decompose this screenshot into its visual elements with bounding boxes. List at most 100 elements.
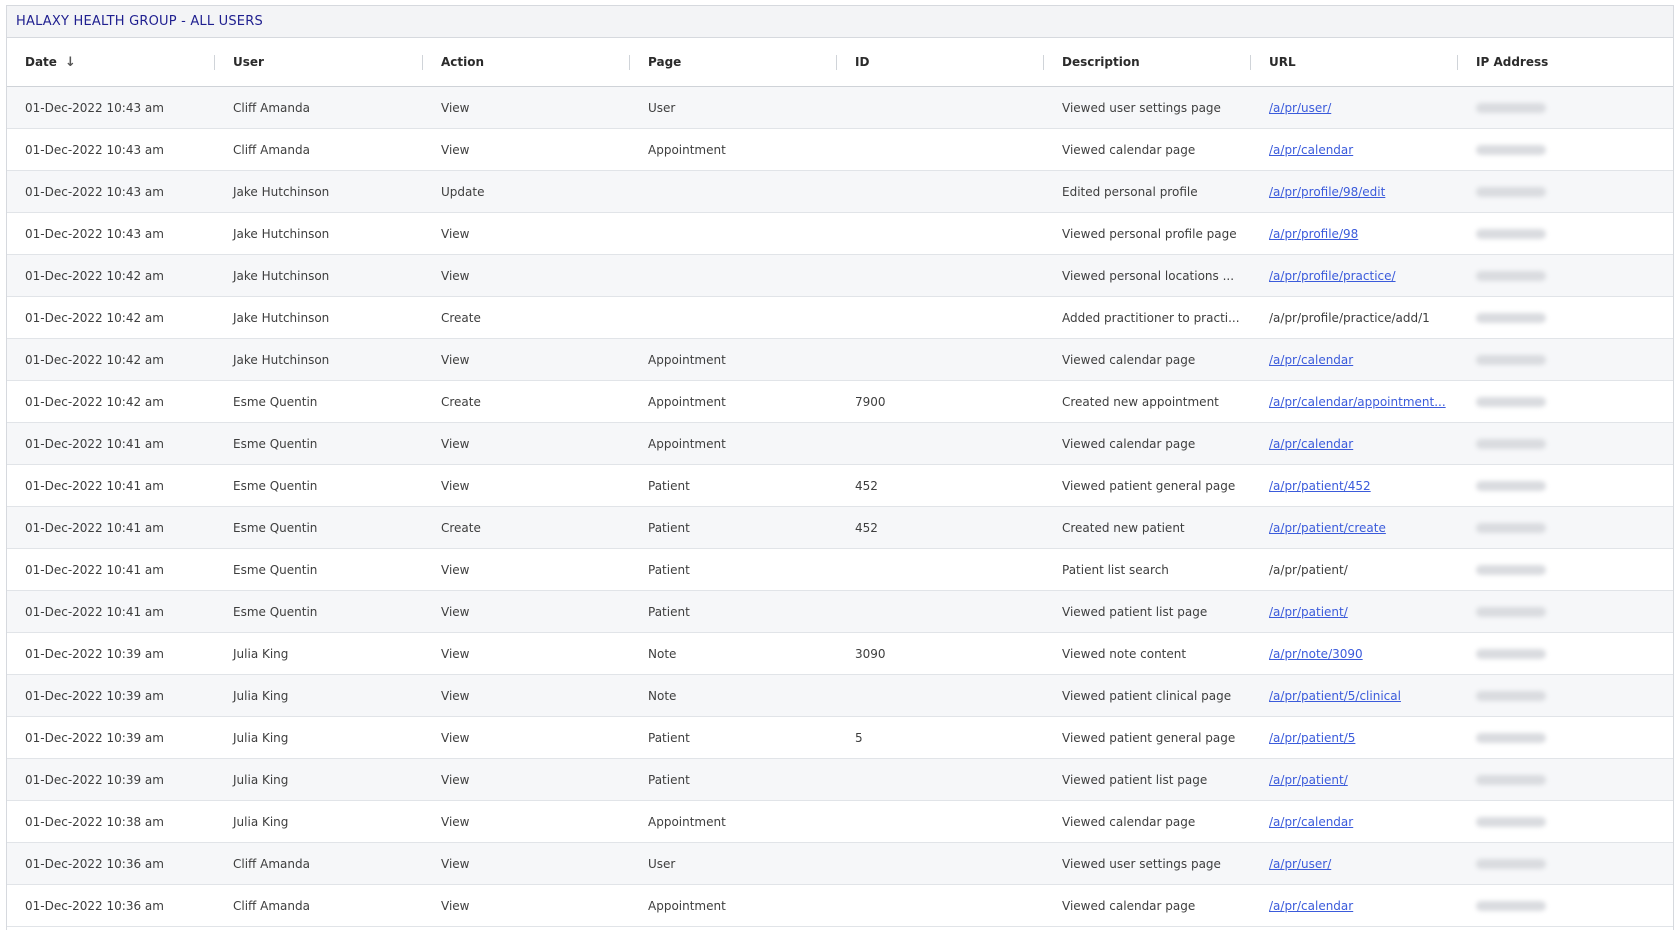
url-link[interactable]: /a/pr/calendar — [1269, 815, 1353, 829]
table-row[interactable]: 01-Dec-2022 10:41 am Esme Quentin View Pati… — [7, 590, 1673, 633]
table-row[interactable]: 01-Dec-2022 10:39 am Julia King View Patien… — [7, 716, 1673, 759]
url-link[interactable]: /a/pr/calendar — [1269, 899, 1353, 913]
description-cell: Created new appointment — [1044, 380, 1251, 423]
url-link[interactable]: /a/pr/profile/98/edit — [1269, 185, 1385, 199]
url-link[interactable]: /a/pr/patient/5/clinical — [1269, 689, 1401, 703]
url-link[interactable]: /a/pr/calendar — [1269, 353, 1353, 367]
user-cell: Esme Quentin — [215, 464, 423, 507]
action-cell: View — [423, 128, 630, 171]
url-cell: /a/pr/patient/5/clinical — [1251, 674, 1458, 717]
id-cell — [837, 590, 1044, 633]
table-row[interactable]: 01-Dec-2022 10:42 am Jake Hutchinson View V… — [7, 254, 1673, 297]
url-link[interactable]: /a/pr/patient/ — [1269, 605, 1348, 619]
url-cell: /a/pr/user/ — [1251, 86, 1458, 129]
id-cell — [837, 884, 1044, 927]
redacted-ip-address — [1476, 187, 1546, 197]
table-row[interactable]: 01-Dec-2022 10:36 am Cliff Amanda View Appo… — [7, 884, 1673, 927]
url-link[interactable]: /a/pr/user/ — [1269, 101, 1331, 115]
table-row[interactable]: 01-Dec-2022 10:38 am Julia King View Appoin… — [7, 800, 1673, 843]
url-cell: /a/pr/patient/ — [1251, 758, 1458, 801]
table-row[interactable]: 01-Dec-2022 10:42 am Jake Hutchinson View A… — [7, 338, 1673, 381]
id-cell — [837, 842, 1044, 885]
id-cell — [837, 758, 1044, 801]
date-cell: 01-Dec-2022 10:39 am — [7, 758, 215, 801]
ip-address-cell — [1458, 464, 1673, 507]
ip-address-cell — [1458, 758, 1673, 801]
url-link[interactable]: /a/pr/calendar — [1269, 437, 1353, 451]
column-header-id[interactable]: ID — [837, 38, 1044, 87]
url-cell: /a/pr/patient/create — [1251, 506, 1458, 549]
url-link[interactable]: /a/pr/calendar — [1269, 143, 1353, 157]
url-link[interactable]: /a/pr/note/3090 — [1269, 647, 1363, 661]
description-cell: Viewed patient list page — [1044, 758, 1251, 801]
date-cell: 01-Dec-2022 10:43 am — [7, 86, 215, 129]
id-cell — [837, 296, 1044, 339]
url-link[interactable]: /a/pr/user/ — [1269, 857, 1331, 871]
url-cell: /a/pr/patient/5 — [1251, 716, 1458, 759]
table-row[interactable]: 01-Dec-2022 10:42 am Jake Hutchinson Creat… — [7, 296, 1673, 339]
table-row[interactable]: 01-Dec-2022 10:43 am Jake Hutchinson View V… — [7, 212, 1673, 255]
page-cell: Appointment — [630, 338, 837, 381]
url-link[interactable]: /a/pr/patient/create — [1269, 521, 1386, 535]
url-link[interactable]: /a/pr/patient/452 — [1269, 479, 1371, 493]
id-cell — [837, 170, 1044, 213]
redacted-ip-address — [1476, 229, 1546, 239]
table-row[interactable]: 01-Dec-2022 10:36 am Cliff Amanda View User… — [7, 842, 1673, 885]
user-cell: Julia King — [215, 758, 423, 801]
column-header-url[interactable]: URL — [1251, 38, 1458, 87]
ip-address-cell — [1458, 674, 1673, 717]
description-cell: Viewed personal profile page — [1044, 212, 1251, 255]
table-row[interactable]: 01-Dec-2022 10:42 am Esme Quentin Create Ap… — [7, 380, 1673, 423]
column-header-description[interactable]: Description — [1044, 38, 1251, 87]
page-cell: Patient — [630, 464, 837, 507]
action-cell: View — [423, 590, 630, 633]
url-link[interactable]: /a/pr/patient/5 — [1269, 731, 1355, 745]
page-cell: Patient — [630, 716, 837, 759]
user-cell: Esme Quentin — [215, 590, 423, 633]
column-header-user[interactable]: User — [215, 38, 423, 87]
column-header-page[interactable]: Page — [630, 38, 837, 87]
table-row[interactable]: 01-Dec-2022 10:43 am Jake Hutchinson Updat… — [7, 170, 1673, 213]
url-link[interactable]: /a/pr/profile/practice/ — [1269, 269, 1396, 283]
table-row[interactable]: 01-Dec-2022 10:43 am Cliff Amanda View User… — [7, 86, 1673, 129]
column-header-ip-address[interactable]: IP Address — [1458, 38, 1673, 87]
date-cell: 01-Dec-2022 10:41 am — [7, 422, 215, 465]
description-cell: Viewed patient general page — [1044, 464, 1251, 507]
date-cell: 01-Dec-2022 10:42 am — [7, 254, 215, 297]
action-cell: View — [423, 548, 630, 591]
arrow-down-icon[interactable]: ↓ — [65, 55, 76, 70]
ip-address-cell — [1458, 86, 1673, 129]
table-row[interactable]: 01-Dec-2022 10:41 am Esme Quentin View Pati… — [7, 548, 1673, 591]
action-cell: View — [423, 842, 630, 885]
date-cell: 01-Dec-2022 10:43 am — [7, 212, 215, 255]
column-header-label: Page — [648, 55, 682, 69]
column-header-action[interactable]: Action — [423, 38, 630, 87]
redacted-ip-address — [1476, 523, 1546, 533]
description-cell: Viewed personal locations ... — [1044, 254, 1251, 297]
table-row[interactable]: 01-Dec-2022 10:39 am Julia King View Note Vi… — [7, 674, 1673, 717]
id-cell: 7900 — [837, 380, 1044, 423]
url-link[interactable]: /a/pr/calendar/appointment... — [1269, 395, 1446, 409]
date-cell: 01-Dec-2022 10:41 am — [7, 548, 215, 591]
action-cell: View — [423, 800, 630, 843]
action-cell: View — [423, 632, 630, 675]
url-link[interactable]: /a/pr/patient/ — [1269, 773, 1348, 787]
date-cell: 01-Dec-2022 10:42 am — [7, 338, 215, 381]
table-row[interactable]: 01-Dec-2022 10:39 am Julia King View Patien… — [7, 758, 1673, 801]
redacted-ip-address — [1476, 313, 1546, 323]
user-cell: Esme Quentin — [215, 506, 423, 549]
table-row[interactable]: 01-Dec-2022 10:39 am Julia King View Note 30… — [7, 632, 1673, 675]
table-row[interactable]: 01-Dec-2022 10:41 am Esme Quentin View Pati… — [7, 464, 1673, 507]
description-cell: Patient list search — [1044, 548, 1251, 591]
description-cell: Added practitioner to practi... — [1044, 296, 1251, 339]
column-header-label: URL — [1269, 55, 1296, 69]
table-row[interactable]: 01-Dec-2022 10:41 am Esme Quentin Create Pa… — [7, 506, 1673, 549]
ip-address-cell — [1458, 380, 1673, 423]
redacted-ip-address — [1476, 397, 1546, 407]
ip-address-cell — [1458, 128, 1673, 171]
table-row[interactable]: 01-Dec-2022 10:41 am Esme Quentin View Appo… — [7, 422, 1673, 465]
url-link[interactable]: /a/pr/profile/98 — [1269, 227, 1358, 241]
table-row[interactable]: 01-Dec-2022 10:43 am Cliff Amanda View Appo… — [7, 128, 1673, 171]
column-header-date[interactable]: Date ↓ — [7, 38, 215, 87]
description-cell: Edited personal profile — [1044, 170, 1251, 213]
